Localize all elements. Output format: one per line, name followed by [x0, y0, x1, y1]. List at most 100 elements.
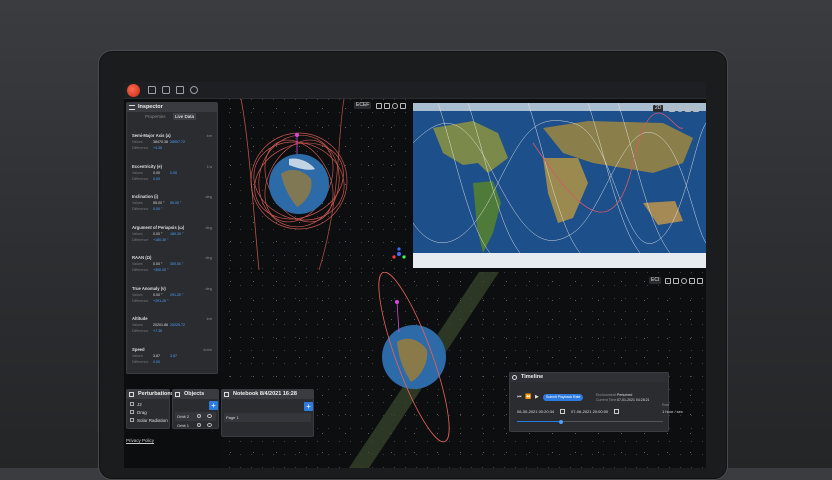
values-label: Values	[132, 170, 143, 175]
map-mode-select[interactable]: 2D	[653, 105, 664, 112]
notebook-panel: Notebook 8/4/2021 16:28 + Page 1	[221, 389, 314, 437]
settings-icon[interactable]	[392, 103, 398, 109]
difference-label: Difference	[132, 329, 149, 333]
calendar-icon[interactable]	[560, 409, 565, 414]
property-value: 38470.38	[153, 140, 168, 144]
tab-properties[interactable]: Properties	[145, 114, 166, 119]
rate-label: Rate	[662, 403, 670, 407]
edit-icon[interactable]	[197, 414, 201, 418]
property-unit: deg	[205, 194, 212, 199]
current-time-label: Current Time:	[596, 398, 618, 402]
property-label: Semi-Major Axis (a)	[132, 133, 171, 138]
end-time-input[interactable]: 07-06-2021 20:00:00	[571, 409, 608, 414]
skip-back-icon[interactable]: ⏮	[517, 394, 522, 400]
timeline-track[interactable]	[517, 419, 663, 424]
property-difference: +4.36	[153, 146, 163, 150]
top-toolbar	[124, 82, 706, 99]
property-label: Altitude	[132, 316, 148, 321]
view-control-icon[interactable]	[665, 278, 671, 284]
submit-playback-rate-button[interactable]: Submit Playback Rate	[543, 394, 584, 401]
perturbations-icon	[129, 392, 134, 397]
clock-icon	[512, 375, 517, 380]
ground-track-map-view[interactable]: 2D	[413, 103, 706, 268]
checkbox-drag[interactable]: Drag	[130, 410, 147, 415]
checkbox-j2[interactable]: J2	[130, 402, 142, 407]
eci-3d-view[interactable]: ECI	[219, 272, 706, 468]
camera-icon[interactable]	[384, 103, 390, 109]
property-difference: +300.00 °	[153, 268, 169, 272]
tab-live-data[interactable]: Live Data	[173, 113, 197, 120]
notebook-page-row[interactable]: Page 1	[224, 413, 311, 422]
object-row[interactable]: Orbit 2	[175, 412, 216, 421]
add-page-button[interactable]: +	[304, 402, 313, 411]
privacy-policy-link[interactable]: Privacy Policy	[126, 438, 154, 443]
camera-icon[interactable]	[673, 278, 679, 284]
step-back-icon[interactable]: ⏪	[525, 394, 531, 400]
difference-label: Difference	[132, 146, 149, 150]
more-icon[interactable]	[697, 278, 703, 284]
chat-icon[interactable]	[162, 86, 170, 94]
inspector-header: Inspector	[127, 103, 217, 112]
view-control-icon[interactable]	[376, 103, 382, 109]
objects-icon	[175, 392, 180, 397]
ecef-3d-view[interactable]: ECEF	[219, 99, 412, 270]
environment-label: Environment:	[596, 393, 617, 397]
timeline-header: Timeline	[510, 373, 668, 382]
play-icon[interactable]: ▶	[535, 394, 539, 400]
add-object-button[interactable]: +	[209, 401, 218, 410]
inspector-icon	[129, 105, 135, 110]
camera-icon[interactable]	[669, 106, 675, 112]
calendar-icon[interactable]	[614, 409, 619, 414]
property-value-live: 300.00 °	[170, 262, 184, 266]
property-label: True Anomaly (ν)	[132, 285, 166, 291]
timeline-scrubber[interactable]	[558, 419, 563, 424]
timeline-progress	[517, 421, 561, 422]
ecef-orbit-scene	[240, 99, 348, 270]
eye-icon[interactable]	[207, 414, 212, 418]
rate-select[interactable]: 1 hour / sec	[662, 409, 683, 414]
property-difference: +291.20 °	[153, 298, 169, 303]
more-icon[interactable]	[693, 106, 699, 112]
property-unit: deg	[205, 255, 212, 260]
notebook-title: Notebook 8/4/2021 16:28	[233, 391, 297, 397]
property-difference: 0.00	[153, 176, 160, 181]
settings-icon[interactable]	[677, 106, 683, 112]
link-icon[interactable]	[400, 103, 406, 109]
eci-frame-select[interactable]: ECI	[649, 277, 662, 284]
property-value: 0.00 °	[153, 262, 163, 266]
property-difference: 0.00 °	[153, 207, 163, 211]
property-value: 55.00 °	[153, 201, 165, 205]
timeline-title: Timeline	[521, 374, 544, 380]
property-unit: km	[206, 316, 212, 321]
start-time-input[interactable]: 06-30-2021 00:20:34	[517, 409, 554, 414]
property-label: Speed	[132, 346, 145, 352]
settings-icon[interactable]	[190, 86, 198, 94]
property-label: Argument of Periapsis (ω)	[132, 224, 185, 230]
app-logo	[127, 84, 140, 97]
property-value: 0.00	[153, 170, 160, 175]
checkbox-solar-radiation[interactable]: Solar Radiation	[130, 418, 168, 423]
settings-icon[interactable]	[681, 278, 687, 284]
objects-header: Objects	[173, 390, 218, 399]
person-card-icon[interactable]	[176, 86, 184, 94]
property-difference: +7.36	[153, 329, 163, 333]
edit-icon[interactable]	[197, 423, 201, 427]
link-icon[interactable]	[685, 106, 691, 112]
property-unit: km	[206, 133, 212, 138]
property-value: 0.00 °	[153, 231, 163, 236]
property-value-live: 291.20 °	[170, 292, 184, 297]
property-value-live: 180.30 °	[170, 231, 184, 236]
environment-value: Perturbed	[617, 393, 633, 397]
object-label: Orbit 2	[177, 414, 190, 419]
objects-panel: Objects + Orbit 2 Orbit 1	[172, 389, 219, 429]
object-row[interactable]: Orbit 1	[175, 423, 216, 429]
property-value-live: 20229.72	[170, 323, 185, 327]
link-icon[interactable]	[689, 278, 695, 284]
values-label: Values	[132, 231, 143, 236]
eye-icon[interactable]	[207, 423, 212, 427]
axes-gizmo-icon	[392, 247, 406, 259]
difference-label: Difference	[132, 176, 149, 181]
ecef-frame-select[interactable]: ECEF	[354, 102, 372, 109]
folder-icon[interactable]	[148, 86, 156, 94]
property-value: 3.87	[153, 353, 160, 358]
